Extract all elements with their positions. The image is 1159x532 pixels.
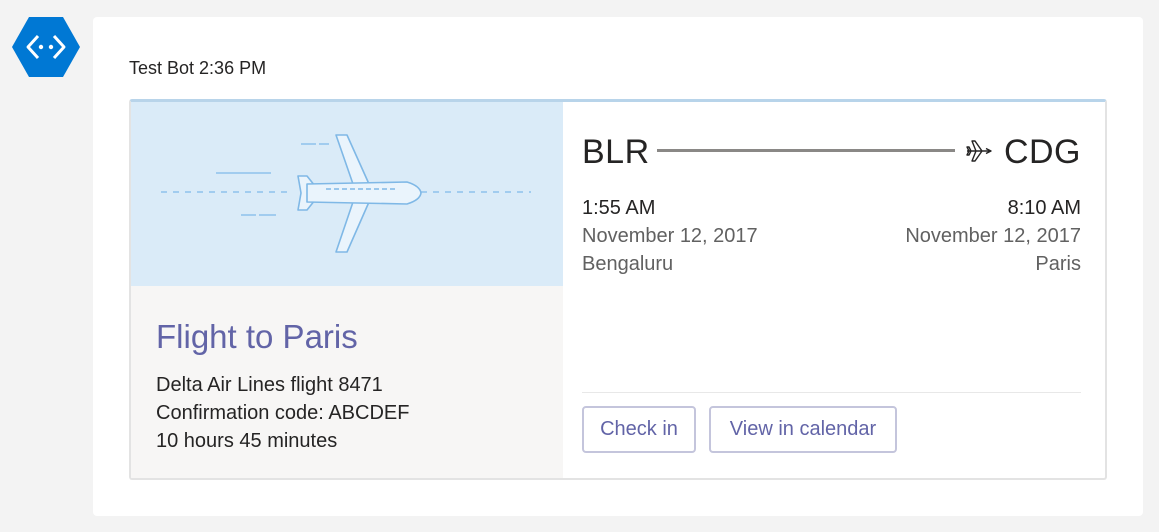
confirmation-code: Confirmation code: ABCDEF — [156, 402, 410, 424]
route-line — [657, 149, 955, 152]
arrival-city: Paris — [1035, 253, 1081, 275]
departure-date: November 12, 2017 — [582, 225, 758, 247]
sender-name: Test Bot — [129, 58, 195, 78]
airline-info: Delta Air Lines flight 8471 — [156, 374, 383, 396]
departure-city: Bengaluru — [582, 253, 674, 275]
arrival-time: 8:10 AM — [1007, 197, 1081, 219]
message-bubble: Test Bot 2:36 PM Flight to Paris Delta A… — [93, 17, 1143, 516]
hero-image — [131, 102, 563, 286]
airplane-illustration — [161, 134, 531, 253]
flight-details-panel: BLR CDG 1:55 AM 8:10 AM November 12, 201… — [563, 102, 1105, 478]
actions-divider — [582, 392, 1081, 393]
check-in-button[interactable]: Check in — [582, 406, 696, 453]
airplane-icon — [966, 140, 992, 162]
arrival-date: November 12, 2017 — [905, 225, 1081, 247]
flight-summary-panel: Flight to Paris Delta Air Lines flight 8… — [131, 102, 563, 478]
message-timestamp: 2:36 PM — [199, 58, 267, 78]
message-header: Test Bot 2:36 PM — [129, 58, 266, 79]
flight-card: Flight to Paris Delta Air Lines flight 8… — [129, 99, 1107, 480]
bot-hexagon-icon — [12, 17, 80, 77]
view-in-calendar-button[interactable]: View in calendar — [709, 406, 897, 453]
flight-duration: 10 hours 45 minutes — [156, 430, 338, 452]
origin-code: BLR — [582, 133, 650, 171]
flight-title: Flight to Paris — [156, 318, 358, 355]
destination-code: CDG — [1003, 133, 1081, 171]
bot-avatar[interactable] — [12, 17, 80, 77]
departure-time: 1:55 AM — [582, 197, 656, 219]
